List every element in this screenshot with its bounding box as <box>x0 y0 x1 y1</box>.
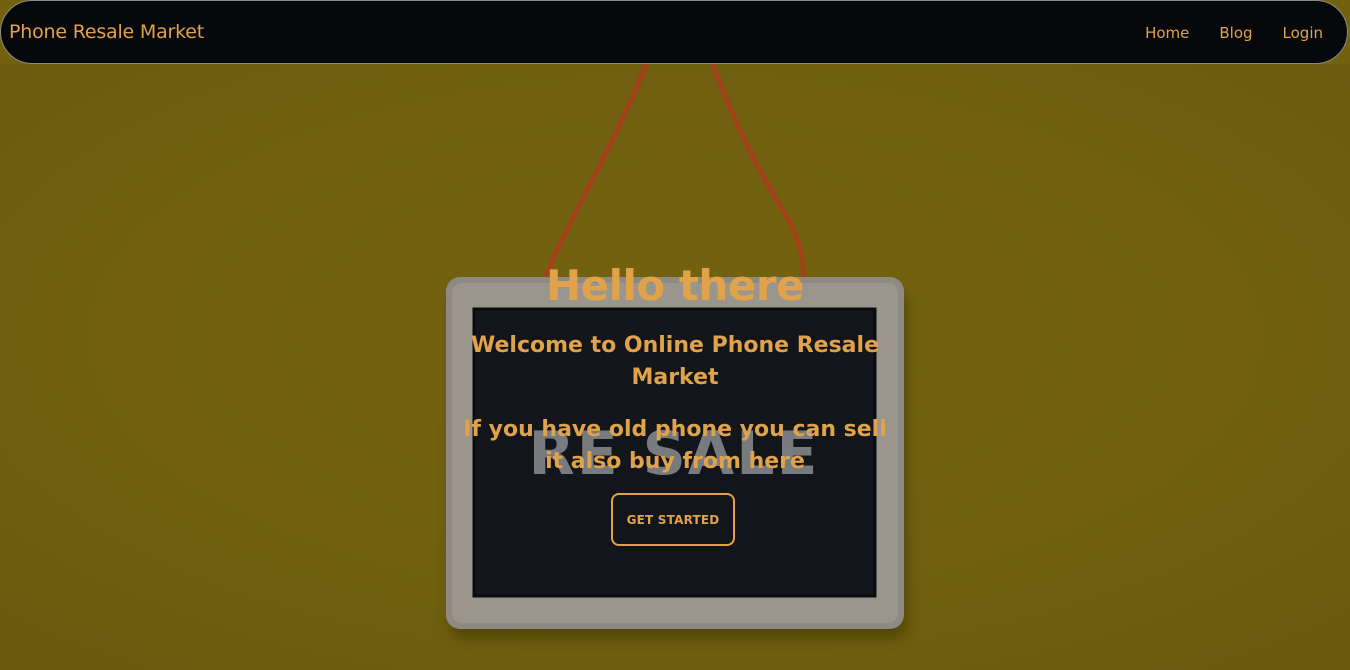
nav-link-login[interactable]: Login <box>1283 24 1323 42</box>
get-started-button[interactable]: GET STARTED <box>611 493 735 546</box>
nav-links: Home Blog Login <box>1115 24 1323 42</box>
navbar: Phone Resale Market Home Blog Login <box>0 0 1348 64</box>
hero-title: Hello there <box>545 261 805 310</box>
brand-logo-text[interactable]: Phone Resale Market <box>9 21 204 43</box>
nav-link-home[interactable]: Home <box>1145 24 1189 42</box>
nav-link-blog[interactable]: Blog <box>1219 24 1252 42</box>
hero-description: If you have old phone you can sell it al… <box>463 417 887 474</box>
hero-subtitle: Welcome to Online Phone Resale Market <box>471 333 879 390</box>
hero-section: RE SALE Hello there Welcome to Online Ph… <box>0 64 1350 670</box>
hero-content: Hello there Welcome to Online Phone Resa… <box>0 64 1350 670</box>
